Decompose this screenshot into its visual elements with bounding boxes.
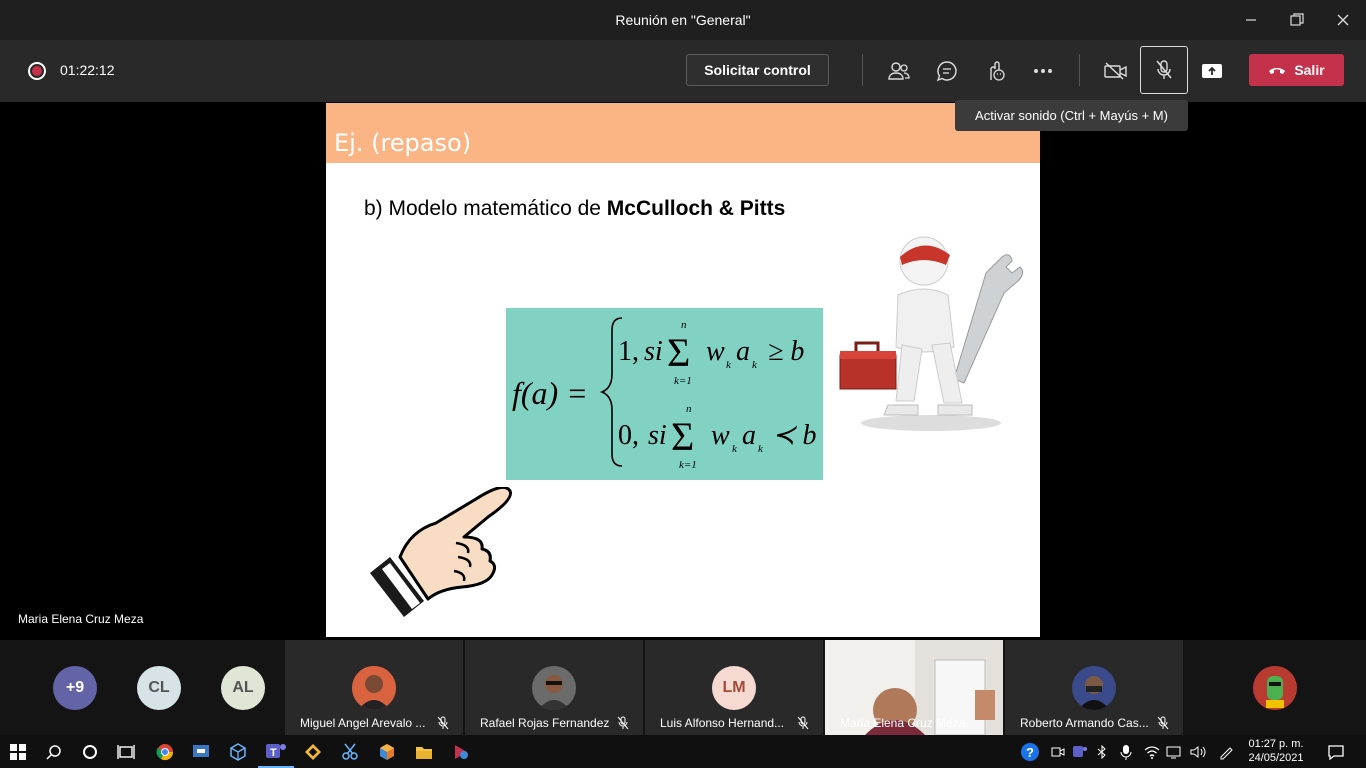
search-icon[interactable] xyxy=(36,735,72,768)
presenter-name: Maria Elena Cruz Meza xyxy=(18,612,144,626)
formula-svg: f(a) = 1, si Σ n k=1 w k a k ≥ b 0, si Σ… xyxy=(512,317,816,471)
taskbar-clock[interactable]: 01:27 p. m. 24/05/2021 xyxy=(1246,737,1306,765)
participants-strip: +9 CL AL Miguel Angel Arevalo ... Rafael… xyxy=(0,640,1366,735)
avatar xyxy=(352,666,396,710)
pen-tray-icon[interactable] xyxy=(1208,735,1244,768)
formula-sub-k-4: k xyxy=(758,443,764,455)
remote-desktop-icon[interactable] xyxy=(183,735,219,768)
windows-start-icon[interactable] xyxy=(0,735,36,768)
participant-name: Miguel Angel Arevalo ... xyxy=(300,716,426,730)
toolbar-divider xyxy=(1079,54,1080,86)
formula-w-2: w xyxy=(711,420,730,451)
task-view-icon[interactable] xyxy=(108,735,144,768)
formula-a-1: a xyxy=(736,336,750,367)
subtitle-prefix: b) Modelo matemático de xyxy=(364,197,607,220)
formula-w-1: w xyxy=(706,336,725,367)
recording-icon xyxy=(28,62,46,80)
formula-sub-k-1: k xyxy=(726,359,732,371)
restore-icon[interactable] xyxy=(1274,0,1320,40)
media-app-icon[interactable] xyxy=(443,735,479,768)
avatar-cl[interactable]: CL xyxy=(137,666,181,710)
formula-sigma-2: Σ xyxy=(671,414,694,459)
mic-muted-icon xyxy=(797,716,809,730)
mic-muted-icon[interactable] xyxy=(1140,46,1188,94)
formula-sum-bottom-2: k=1 xyxy=(679,459,697,471)
formula-case2-zero: 0, xyxy=(618,420,639,451)
participant-name: Rafael Rojas Fernandez xyxy=(480,716,610,730)
notifications-icon[interactable] xyxy=(1318,735,1354,768)
camera-off-icon[interactable] xyxy=(1096,51,1136,91)
participant-name: Luis Alfonso Hernand... xyxy=(660,716,785,730)
close-icon[interactable] xyxy=(1320,0,1366,40)
phone-hangup-icon xyxy=(1269,68,1286,74)
mic-muted-icon xyxy=(437,716,449,730)
slide-subtitle: b) Modelo matemático de McCulloch & Pitt… xyxy=(364,197,785,221)
formula-case2-rel: ≺ b xyxy=(772,420,816,451)
mic-muted-icon xyxy=(617,716,629,730)
participant-name: Maria Elena Cruz Meza xyxy=(840,716,966,730)
mic-tooltip: Activar sonido (Ctrl + Mayús + M) xyxy=(955,100,1188,131)
formula-case1-rel: ≥ b xyxy=(768,336,804,367)
avatar-lm: LM xyxy=(712,666,756,710)
subtitle-bold: McCulloch & Pitt xyxy=(606,197,774,220)
participant-tile[interactable]: Miguel Angel Arevalo ... xyxy=(285,640,463,735)
reactions-icon[interactable] xyxy=(975,51,1015,91)
subtitle-suffix: s xyxy=(773,197,786,220)
pointing-hand-image xyxy=(370,487,513,617)
snipping-tool-icon[interactable] xyxy=(332,735,368,768)
participant-video-tile[interactable]: Maria Elena Cruz Meza xyxy=(825,640,1003,735)
taskbar-time: 01:27 p. m. xyxy=(1248,738,1304,750)
formula-case1-one: 1, xyxy=(618,336,639,367)
formula-sigma-1: Σ xyxy=(667,330,690,375)
formula-sum-top-1: n xyxy=(681,319,687,331)
formula-case1-si: si xyxy=(644,336,663,367)
meeting-timer: 01:22:12 xyxy=(60,62,115,78)
chrome-icon[interactable] xyxy=(147,735,183,768)
cortana-icon[interactable] xyxy=(72,735,108,768)
avatar xyxy=(1072,666,1116,710)
more-options-icon[interactable] xyxy=(1023,51,1063,91)
mic-muted-icon xyxy=(1157,716,1169,730)
formula-sub-k-2: k xyxy=(752,359,758,371)
app-icon[interactable] xyxy=(369,735,405,768)
avatar xyxy=(532,666,576,710)
svg-text:T: T xyxy=(270,747,277,759)
slide-title: Ej. (repaso) xyxy=(334,129,472,157)
worker-figure-image xyxy=(839,236,1024,431)
file-explorer-icon[interactable] xyxy=(406,735,442,768)
participant-tile[interactable]: Roberto Armando Cas... xyxy=(1005,640,1183,735)
formula-sub-k-3: k xyxy=(732,443,738,455)
svg-text:?: ? xyxy=(1026,745,1034,760)
formula-case2-si: si xyxy=(648,420,667,451)
overflow-participants-badge[interactable]: +9 xyxy=(53,666,97,710)
window-title: Reunión en "General" xyxy=(615,12,751,28)
avatar-al[interactable]: AL xyxy=(221,666,265,710)
participant-name: Roberto Armando Cas... xyxy=(1020,716,1149,730)
window-titlebar: Reunión en "General" xyxy=(0,0,1366,40)
share-screen-icon[interactable] xyxy=(1192,51,1232,91)
avatar[interactable] xyxy=(1253,666,1297,710)
participants-icon[interactable] xyxy=(879,51,919,91)
leave-button[interactable]: Salir xyxy=(1249,54,1344,86)
binance-icon[interactable] xyxy=(295,735,331,768)
taskbar-date: 24/05/2021 xyxy=(1248,752,1304,764)
meeting-toolbar: 01:22:12 Solicitar control Salir xyxy=(0,40,1366,102)
window-controls xyxy=(1228,0,1366,40)
chat-icon[interactable] xyxy=(927,51,967,91)
windows-taskbar: T ? 01:27 p. m. 24/05/2021 xyxy=(0,735,1366,768)
teams-icon[interactable]: T xyxy=(258,735,294,768)
minimize-icon[interactable] xyxy=(1228,0,1274,40)
toolbar-divider xyxy=(862,54,863,86)
3d-cube-icon[interactable] xyxy=(220,735,256,768)
leave-label: Salir xyxy=(1294,62,1325,78)
formula-box: f(a) = 1, si Σ n k=1 w k a k ≥ b 0, si Σ… xyxy=(506,308,823,480)
participant-tile[interactable]: LM Luis Alfonso Hernand... xyxy=(645,640,823,735)
request-control-button[interactable]: Solicitar control xyxy=(686,54,829,86)
presentation-slide: Ej. (repaso) b) Modelo matemático de McC… xyxy=(326,103,1040,637)
participant-tile[interactable]: Rafael Rojas Fernandez xyxy=(465,640,643,735)
formula-a-2: a xyxy=(742,420,756,451)
formula-sum-top-2: n xyxy=(686,403,692,415)
formula-sum-bottom-1: k=1 xyxy=(674,375,692,387)
formula-lhs: f(a) = xyxy=(512,375,588,411)
